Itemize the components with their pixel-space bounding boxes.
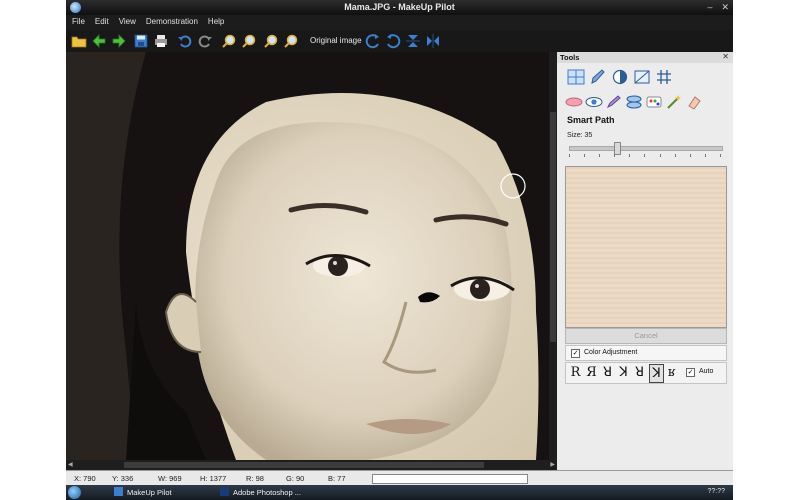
status-blue: B: 77: [328, 474, 346, 483]
forward-arrow-icon[interactable]: [110, 32, 128, 50]
status-y: Y: 336: [112, 474, 134, 483]
orientation-option-4[interactable]: ꓘ: [617, 364, 630, 381]
redo-icon[interactable]: [196, 32, 214, 50]
orientation-options-row: R Я ꓤ ꓘ ꓤ ꓘ ʁ ✓ Auto: [565, 362, 727, 384]
menu-file[interactable]: File: [66, 15, 89, 30]
tools-panel-header: Tools ✕: [557, 52, 733, 63]
makeup-pilot-icon: [114, 487, 123, 496]
taskbar-item-makeup-pilot[interactable]: MakeUp Pilot: [114, 486, 172, 499]
eye-tool-icon[interactable]: [585, 94, 603, 110]
save-icon[interactable]: [132, 32, 150, 50]
open-folder-icon[interactable]: [70, 32, 88, 50]
photo-canvas[interactable]: [66, 52, 549, 460]
status-red: R: 98: [246, 474, 264, 483]
brush-tool-icon[interactable]: [589, 69, 607, 85]
undo-icon[interactable]: [176, 32, 194, 50]
horizontal-scroll-thumb[interactable]: [124, 462, 484, 468]
hash-grid-icon[interactable]: [655, 69, 673, 85]
slider-ticks: [569, 154, 721, 157]
rotate-left-icon[interactable]: [364, 32, 382, 50]
flip-horizontal-icon[interactable]: [424, 32, 442, 50]
flip-vertical-icon[interactable]: [404, 32, 422, 50]
menu-bar: File Edit View Demonstration Help: [66, 15, 733, 30]
minimize-button[interactable]: –: [707, 2, 712, 13]
app-window: Mama.JPG - MakeUp Pilot – ✕ File Edit Vi…: [66, 0, 733, 500]
scroll-left-icon[interactable]: ◀: [68, 461, 73, 468]
status-height: H: 1377: [200, 474, 227, 483]
orientation-option-3[interactable]: ꓤ: [601, 364, 614, 381]
pencil-tool-icon[interactable]: [605, 94, 623, 110]
window-title: Mama.JPG - MakeUp Pilot: [344, 2, 455, 12]
orientation-option-6[interactable]: ꓘ: [649, 364, 664, 383]
tools-panel-title: Tools: [560, 53, 580, 62]
taskbar-item-photoshop[interactable]: Adobe Photoshop ...: [220, 486, 301, 499]
zoom-actual-icon[interactable]: [282, 32, 300, 50]
print-icon[interactable]: [152, 32, 170, 50]
vertical-scroll-thumb[interactable]: [550, 112, 556, 342]
wand-tool-icon[interactable]: [665, 94, 683, 110]
taskbar-item-label: Adobe Photoshop ...: [233, 488, 301, 497]
status-width: W: 969: [158, 474, 182, 483]
cancel-button[interactable]: Cancel: [565, 328, 727, 344]
menu-demonstration[interactable]: Demonstration: [140, 15, 202, 30]
horizontal-scrollbar[interactable]: ◀ ▶: [66, 460, 557, 470]
scroll-right-icon[interactable]: ▶: [550, 461, 555, 468]
palette-tool-icon[interactable]: [645, 94, 663, 110]
status-bar: X: 790 Y: 336 W: 969 H: 1377 R: 98 G: 90…: [66, 470, 733, 486]
status-green: G: 90: [286, 474, 305, 483]
taskbar-item-label: MakeUp Pilot: [127, 488, 172, 497]
orientation-option-7[interactable]: ʁ: [665, 364, 678, 381]
tools-panel: Tools ✕ Smart Path Size: 35 Cancel ✓ Col…: [557, 52, 733, 470]
taskbar-clock: ??:??: [707, 488, 725, 495]
smart-path-tool-icon[interactable]: [625, 94, 643, 110]
progress-bar: [372, 474, 528, 484]
lips-tool-icon[interactable]: [565, 94, 583, 110]
orientation-option-1[interactable]: R: [569, 364, 582, 381]
crop-tool-icon[interactable]: [633, 69, 651, 85]
close-button[interactable]: ✕: [721, 2, 729, 13]
taskbar: MakeUp Pilot Adobe Photoshop ... ??:??: [66, 485, 733, 500]
start-button[interactable]: [68, 486, 81, 499]
photoshop-icon: [220, 487, 229, 496]
close-panel-icon[interactable]: ✕: [722, 52, 729, 61]
contrast-tool-icon[interactable]: [611, 69, 629, 85]
grid-tool-icon[interactable]: [567, 69, 585, 85]
menu-edit[interactable]: Edit: [89, 15, 113, 30]
tool-name: Smart Path: [567, 115, 615, 125]
portrait-photo: [66, 52, 549, 460]
orientation-option-2[interactable]: Я: [585, 364, 598, 381]
menu-view[interactable]: View: [113, 15, 140, 30]
back-arrow-icon[interactable]: [90, 32, 108, 50]
orientation-option-5[interactable]: ꓤ: [633, 364, 646, 381]
toolbar: Original image: [66, 30, 733, 52]
status-x: X: 790: [74, 474, 96, 483]
size-label: Size: 35: [567, 132, 593, 139]
rotate-right-icon[interactable]: [384, 32, 402, 50]
zoom-fit-icon[interactable]: [262, 32, 280, 50]
zoom-out-icon[interactable]: [240, 32, 258, 50]
auto-label: Auto: [699, 368, 714, 375]
color-adjustment-checkbox[interactable]: ✓: [571, 349, 580, 358]
menu-help[interactable]: Help: [202, 15, 228, 30]
eraser-tool-icon[interactable]: [685, 94, 703, 110]
brush-preview: [565, 166, 727, 328]
auto-checkbox[interactable]: ✓: [686, 368, 695, 377]
vertical-scrollbar[interactable]: [549, 52, 557, 460]
color-adjustment-label: Color Adjustment: [584, 349, 638, 356]
original-image-button[interactable]: Original image: [310, 36, 362, 45]
size-slider[interactable]: [569, 142, 723, 155]
title-bar[interactable]: Mama.JPG - MakeUp Pilot – ✕: [66, 0, 733, 15]
color-adjustment-row: ✓ Color Adjustment: [565, 345, 727, 361]
zoom-in-icon[interactable]: [220, 32, 238, 50]
